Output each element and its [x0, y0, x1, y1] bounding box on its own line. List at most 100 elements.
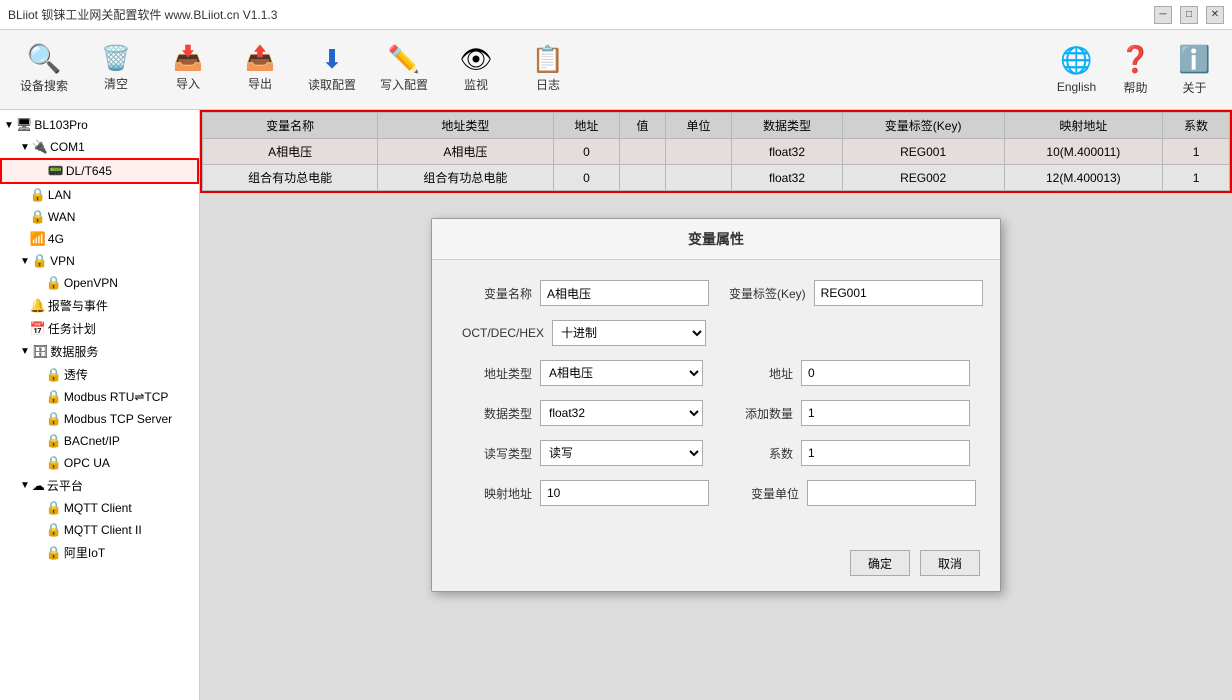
- key-input[interactable]: [814, 280, 983, 306]
- form-group-name: 变量名称: [462, 280, 709, 306]
- sidebar-item-task[interactable]: ▶📅任务计划: [0, 317, 199, 340]
- sidebar-item-wan[interactable]: ▶🔒WAN: [0, 206, 199, 228]
- tree-node-icon: 🔒: [46, 411, 62, 427]
- addr-type-select[interactable]: A相电压 B相电压 C相电压 组合有功总电能: [540, 360, 703, 386]
- form-row-1: 变量名称 变量标签(Key): [462, 280, 970, 306]
- device-search-button[interactable]: 🔍 设备搜索: [10, 36, 78, 104]
- close-button[interactable]: ✕: [1206, 6, 1224, 24]
- english-icon: 🌐: [1060, 45, 1092, 76]
- form-group-key: 变量标签(Key): [729, 280, 983, 306]
- form-row-6: 映射地址 变量单位: [462, 480, 970, 506]
- rw-type-select[interactable]: 读写 只读 只写: [540, 440, 703, 466]
- toolbar-right: 🌐 English ❓ 帮助 ℹ️ 关于: [1049, 36, 1222, 104]
- monitor-button[interactable]: 👁 监视: [442, 36, 510, 104]
- maximize-button[interactable]: □: [1180, 6, 1198, 24]
- variable-properties-modal: 变量属性 变量名称 变量标签(Key): [431, 218, 1001, 592]
- sidebar-item-openvpn[interactable]: ▶🔒OpenVPN: [0, 272, 199, 294]
- sidebar-item-mqtt-client2[interactable]: ▶🔒MQTT Client II: [0, 519, 199, 541]
- tree-node-icon: 📅: [30, 321, 46, 337]
- data-type-label: 数据类型: [462, 405, 532, 422]
- unit-input[interactable]: [807, 480, 976, 506]
- sidebar-item-aliyun-iot[interactable]: ▶🔒阿里IoT: [0, 541, 199, 564]
- sidebar-item-cloud[interactable]: ▼☁云平台: [0, 474, 199, 497]
- sidebar-item-com1[interactable]: ▼🔌COM1: [0, 136, 199, 158]
- form-group-data-type: 数据类型 float32 float64 int16 int32 uint16 …: [462, 400, 703, 426]
- read-config-button[interactable]: ⬇ 读取配置: [298, 36, 366, 104]
- confirm-button[interactable]: 确定: [850, 550, 910, 576]
- tree-node-icon: 🔒: [46, 275, 62, 291]
- cancel-button[interactable]: 取消: [920, 550, 980, 576]
- form-row-4: 数据类型 float32 float64 int16 int32 uint16 …: [462, 400, 970, 426]
- form-group-add-count: 添加数量: [723, 400, 970, 426]
- expand-icon[interactable]: ▼: [20, 142, 30, 153]
- modal-overlay: 变量属性 变量名称 变量标签(Key): [200, 110, 1232, 700]
- expand-icon[interactable]: ▼: [20, 346, 30, 357]
- import-icon: 📥: [173, 47, 203, 71]
- sidebar-item-data-service[interactable]: ▼🗄数据服务: [0, 340, 199, 363]
- tree-node-icon: 🔒: [46, 367, 62, 383]
- about-button[interactable]: ℹ️ 关于: [1167, 36, 1222, 104]
- sidebar-item-4g[interactable]: ▶📶4G: [0, 228, 199, 250]
- write-config-icon: ✏️: [388, 46, 420, 72]
- log-button[interactable]: 📋 日志: [514, 36, 582, 104]
- data-type-select[interactable]: float32 float64 int16 int32 uint16 uint3…: [540, 400, 703, 426]
- sidebar-item-bacnet-ip[interactable]: ▶🔒BACnet/IP: [0, 430, 199, 452]
- sidebar-item-modbus-tcp-server[interactable]: ▶🔒Modbus TCP Server: [0, 408, 199, 430]
- form-group-oct: OCT/DEC/HEX 十进制 十六进制 八进制: [462, 320, 706, 346]
- import-button[interactable]: 📥 导入: [154, 36, 222, 104]
- tree-node-icon: 📶: [30, 231, 46, 247]
- export-button[interactable]: 📤 导出: [226, 36, 294, 104]
- sidebar-item-vpn[interactable]: ▼🔒VPN: [0, 250, 199, 272]
- minimize-button[interactable]: ─: [1154, 6, 1172, 24]
- tree-node-icon: 📟: [48, 163, 64, 179]
- help-button[interactable]: ❓ 帮助: [1108, 36, 1163, 104]
- tree-node-icon: 🔌: [32, 139, 48, 155]
- form-row-5: 读写类型 读写 只读 只写 系数: [462, 440, 970, 466]
- sidebar-item-modbus-rtu-tcp[interactable]: ▶🔒Modbus RTU⇌TCP: [0, 386, 199, 408]
- expand-icon[interactable]: ▼: [20, 480, 30, 491]
- name-input[interactable]: [540, 280, 709, 306]
- sidebar-item-label: BACnet/IP: [64, 434, 120, 448]
- sidebar-item-lan[interactable]: ▶🔒LAN: [0, 184, 199, 206]
- sidebar-item-alarm[interactable]: ▶🔔报警与事件: [0, 294, 199, 317]
- expand-icon[interactable]: ▼: [4, 120, 14, 131]
- sidebar-item-transparent[interactable]: ▶🔒透传: [0, 363, 199, 386]
- add-count-input[interactable]: [801, 400, 970, 426]
- english-button[interactable]: 🌐 English: [1049, 36, 1104, 104]
- sidebar-item-label: 透传: [64, 366, 88, 383]
- sidebar-item-label: 任务计划: [48, 320, 96, 337]
- sidebar-item-label: 4G: [48, 232, 64, 246]
- read-config-label: 读取配置: [308, 76, 356, 93]
- clear-icon: 🗑️: [101, 47, 131, 71]
- oct-dec-hex-select[interactable]: 十进制 十六进制 八进制: [552, 320, 706, 346]
- sidebar-item-label: LAN: [48, 188, 71, 202]
- addr-input[interactable]: [801, 360, 970, 386]
- tree-node-icon: 🔒: [46, 500, 62, 516]
- tree-node-icon: 🔒: [46, 433, 62, 449]
- tree-node-icon: 🔒: [46, 545, 62, 561]
- tree-node-icon: 🔔: [30, 298, 46, 314]
- write-config-button[interactable]: ✏️ 写入配置: [370, 36, 438, 104]
- about-icon: ℹ️: [1178, 44, 1210, 75]
- addr-type-label: 地址类型: [462, 365, 532, 382]
- toolbar: 🔍 设备搜索 🗑️ 清空 📥 导入 📤 导出 ⬇ 读取配置 ✏️ 写入配置 👁 …: [0, 30, 1232, 110]
- clear-label: 清空: [104, 75, 128, 92]
- sidebar-item-dl-t645[interactable]: ▶📟DL/T645: [0, 158, 199, 184]
- modal-title: 变量属性: [432, 219, 1000, 260]
- coeff-input[interactable]: [801, 440, 970, 466]
- device-search-label: 设备搜索: [20, 77, 68, 94]
- form-group-addr-type: 地址类型 A相电压 B相电压 C相电压 组合有功总电能: [462, 360, 703, 386]
- sidebar-item-bl103pro[interactable]: ▼🖥BL103Pro: [0, 114, 199, 136]
- tree-node-icon: ☁: [32, 478, 45, 494]
- sidebar-item-opc-ua[interactable]: ▶🔒OPC UA: [0, 452, 199, 474]
- title-bar: BLiiot 钡铼工业网关配置软件 www.BLiiot.cn V1.1.3 ─…: [0, 0, 1232, 30]
- map-addr-input[interactable]: [540, 480, 709, 506]
- modal-footer: 确定 取消: [432, 540, 1000, 591]
- sidebar-item-mqtt-client[interactable]: ▶🔒MQTT Client: [0, 497, 199, 519]
- sidebar-item-label: WAN: [48, 210, 76, 224]
- oct-label: OCT/DEC/HEX: [462, 326, 544, 340]
- sidebar-item-label: MQTT Client II: [64, 523, 142, 537]
- sidebar: ▼🖥BL103Pro▼🔌COM1▶📟DL/T645▶🔒LAN▶🔒WAN▶📶4G▼…: [0, 110, 200, 700]
- expand-icon[interactable]: ▼: [20, 256, 30, 267]
- clear-button[interactable]: 🗑️ 清空: [82, 36, 150, 104]
